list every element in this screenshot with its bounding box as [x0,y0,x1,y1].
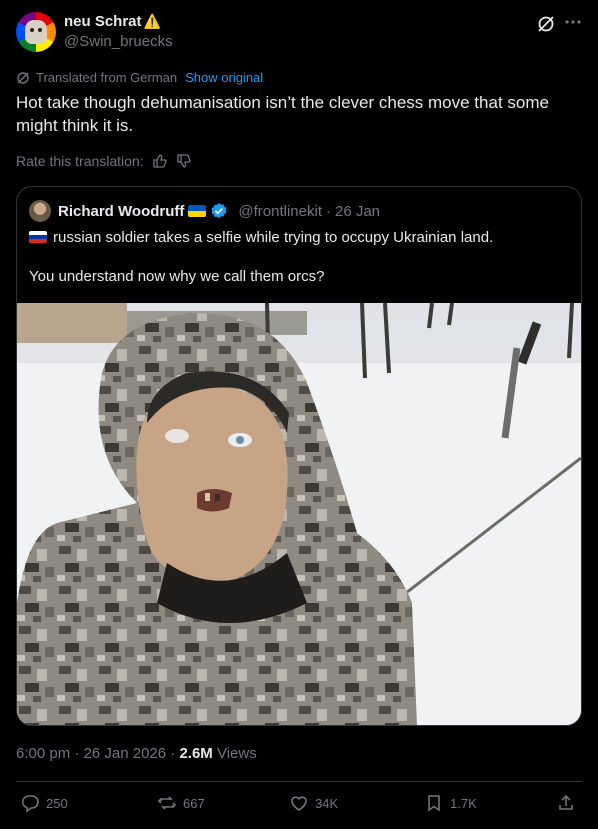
repost-button[interactable]: 667 [157,793,205,813]
tweet-text: Hot take though dehumanisation isn’t the… [16,93,549,135]
translated-from-label: Translated from German [36,70,178,85]
bookmark-icon [424,793,444,813]
views-count: 2.6M [179,745,213,762]
quoted-text-line1-content: russian soldier takes a selfie while try… [53,229,494,246]
timestamp-text: 6:00 pm · 26 Jan 2026 · [16,745,180,762]
grok-icon[interactable] [536,14,556,34]
quoted-text-line1: russian soldier takes a selfie while try… [29,229,493,246]
verified-badge-icon [210,202,228,220]
divider [16,781,582,782]
share-icon [556,793,576,813]
more-icon[interactable] [563,12,583,32]
quoted-photo[interactable] [17,303,581,725]
thumbs-down-icon[interactable] [176,153,192,169]
like-icon [289,793,309,813]
bookmark-button[interactable]: 1.7K [424,793,477,813]
warning-emoji: ⚠️ [143,13,161,29]
quoted-author-name: Richard Woodruff [58,202,185,220]
quoted-author[interactable]: Richard Woodruff @frontlinekit · 26 Jan [58,202,380,220]
author-name-text: neu Schrat [64,13,142,30]
author-avatar[interactable] [16,12,56,52]
reply-count: 250 [46,795,68,811]
rate-translation: Rate this translation: [16,153,192,169]
bookmark-count: 1.7K [450,795,477,811]
author-handle[interactable]: @Swin_bruecks [64,33,173,50]
like-button[interactable]: 34K [289,793,338,813]
quoted-tweet[interactable]: Richard Woodruff @frontlinekit · 26 Jan … [16,186,582,726]
show-original-link[interactable]: Show original [185,70,263,85]
russia-flag-icon [29,231,47,243]
thumbs-up-icon[interactable] [152,153,168,169]
quoted-date: 26 Jan [334,202,381,220]
reply-icon [20,793,40,813]
rate-translation-label: Rate this translation: [16,153,144,169]
ukraine-flag-icon [188,205,207,217]
like-count: 34K [315,795,339,811]
tweet-timestamp[interactable]: 6:00 pm · 26 Jan 2026 · 2.6M Views [16,745,257,762]
views-label: Views [212,745,257,762]
quoted-text-line2: You understand now why we call them orcs… [29,268,325,285]
translation-notice: Translated from German Show original [16,70,263,85]
quoted-author-avatar[interactable] [29,200,51,222]
reply-button[interactable]: 250 [20,793,68,813]
translate-icon [16,71,30,85]
repost-icon [157,793,177,813]
repost-count: 667 [183,795,205,811]
author-name[interactable]: neu Schrat ⚠️ [64,13,161,30]
share-button[interactable] [556,793,576,813]
quoted-author-handle: @frontlinekit [238,202,322,220]
separator-dot: · [325,202,331,220]
